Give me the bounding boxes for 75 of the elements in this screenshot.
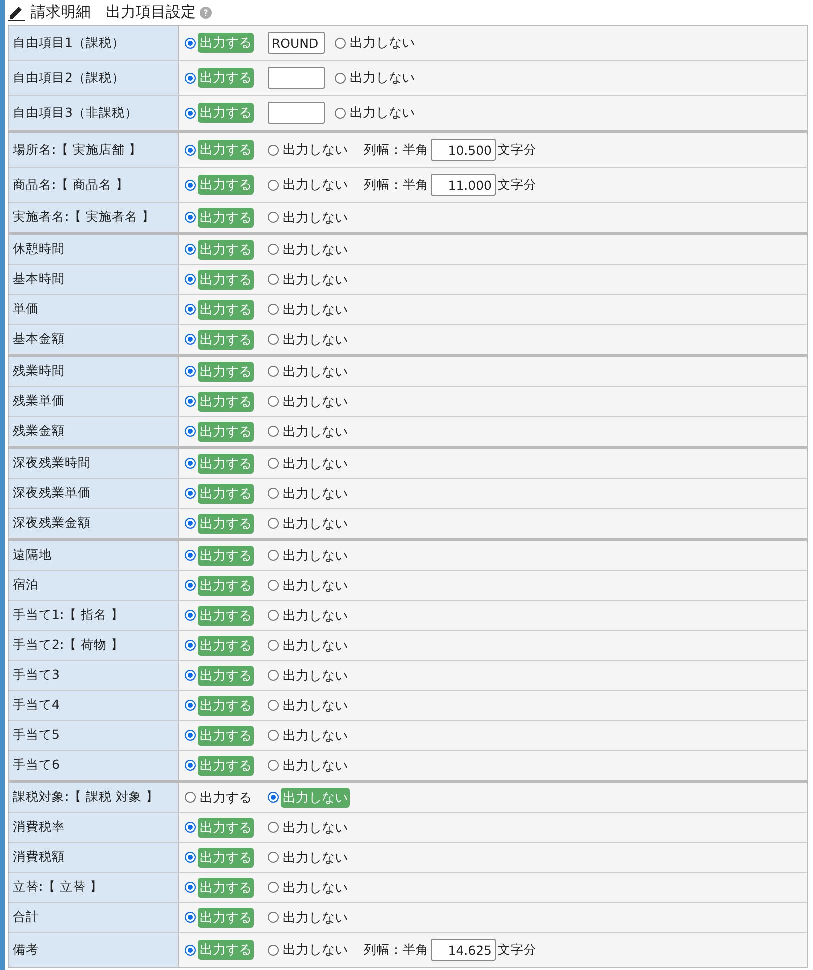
output-option[interactable]: 出力しない — [268, 422, 350, 442]
output-option[interactable]: 出力しない — [268, 636, 350, 656]
output-option[interactable]: 出力しない — [268, 208, 350, 228]
output-option[interactable]: 出力しない — [268, 908, 350, 928]
item-label: 宿泊 — [13, 577, 39, 594]
item-label: 消費税率 — [13, 819, 65, 836]
output-option[interactable]: 出力しない — [335, 103, 417, 123]
output-option[interactable]: 出力しない — [268, 756, 350, 776]
item-label: 手当て4 — [13, 697, 60, 714]
output-option[interactable]: 出力しない — [335, 68, 417, 88]
item-label: 場所名:【 実施店舗 】 — [13, 142, 142, 158]
output-option[interactable]: 出力する — [185, 788, 254, 808]
output-option[interactable]: 出力しない — [268, 818, 350, 838]
unit-label: 文字分 — [498, 142, 537, 158]
output-option[interactable]: 出力しない — [268, 696, 350, 716]
item-label: 自由項目3（非課税） — [13, 104, 138, 122]
item-label: 深夜残業単価 — [13, 485, 91, 502]
pencil-icon — [8, 4, 25, 21]
item-label: 残業単価 — [13, 393, 65, 410]
output-option[interactable]: 出力しない — [268, 514, 350, 534]
item-label: 深夜残業金額 — [13, 515, 91, 532]
output-option[interactable]: 出力しない — [268, 175, 350, 195]
output-option[interactable]: 出力しない — [268, 454, 350, 474]
item-label: 消費税額 — [13, 849, 65, 866]
item-label: 備考 — [13, 942, 39, 958]
output-option[interactable]: 出力しない — [268, 666, 350, 686]
output-option[interactable]: 出力しない — [268, 726, 350, 746]
item-label: 基本時間 — [13, 271, 65, 288]
output-option[interactable]: 出力しない — [268, 606, 350, 626]
item-label: 遠隔地 — [13, 547, 52, 564]
input-field[interactable]: ROUND — [268, 32, 325, 54]
item-label: 自由項目1（課税） — [13, 34, 125, 52]
item-label: 手当て6 — [13, 757, 60, 774]
output-option[interactable]: 出力しない — [268, 300, 350, 320]
item-label: 深夜残業時間 — [13, 455, 91, 472]
output-option[interactable]: 出力しない — [268, 270, 350, 290]
output-option[interactable]: 出力しない — [268, 878, 350, 898]
item-label: 基本金額 — [13, 331, 65, 348]
item-label: 実施者名:【 実施者名 】 — [13, 209, 156, 226]
column-width-label: 列幅：半角 — [364, 142, 429, 158]
output-option[interactable]: 出力しない — [268, 140, 350, 160]
item-label: 単価 — [13, 301, 39, 318]
unit-label: 文字分 — [498, 942, 537, 958]
unit-label: 文字分 — [498, 176, 537, 194]
output-option[interactable]: 出力しない — [268, 240, 350, 260]
output-option[interactable]: 出力しない — [268, 484, 350, 504]
item-label: 立替:【 立替 】 — [13, 879, 104, 896]
item-label: 手当て2:【 荷物 】 — [13, 637, 124, 654]
column-width-label: 列幅：半角 — [364, 942, 429, 958]
column-width-field[interactable]: 11.000 — [431, 174, 496, 196]
item-label: 残業金額 — [13, 423, 65, 440]
help-icon[interactable] — [200, 6, 212, 18]
page-title: 請求明細 出力項目設定 — [31, 3, 196, 22]
item-label: 手当て1:【 指名 】 — [13, 607, 124, 624]
output-option[interactable]: 出力しない — [268, 848, 350, 868]
output-option[interactable]: 出力しない — [268, 392, 350, 412]
item-label: 課税対象:【 課税 対象 】 — [13, 789, 160, 806]
item-label: 自由項目2（課税） — [13, 70, 125, 86]
output-option[interactable]: 出力しない — [268, 546, 350, 566]
item-label: 商品名:【 商品名 】 — [13, 176, 130, 194]
item-label: 休憩時間 — [13, 241, 65, 258]
output-option[interactable]: 出力しない — [268, 330, 350, 350]
item-label: 手当て3 — [13, 667, 60, 684]
column-width-label: 列幅：半角 — [364, 176, 429, 194]
output-option[interactable]: 出力しない — [268, 940, 350, 960]
item-label: 残業時間 — [13, 363, 65, 380]
column-width-field[interactable]: 10.500 — [431, 139, 496, 161]
input-field[interactable] — [268, 102, 325, 124]
item-label: 手当て5 — [13, 727, 60, 744]
column-width-field[interactable]: 14.625 — [431, 939, 496, 961]
item-label: 合計 — [13, 909, 39, 926]
output-option[interactable]: 出力しない — [268, 576, 350, 596]
input-field[interactable] — [268, 67, 325, 89]
output-option[interactable]: 出力しない — [335, 33, 417, 53]
output-option[interactable]: 出力しない — [268, 362, 350, 382]
